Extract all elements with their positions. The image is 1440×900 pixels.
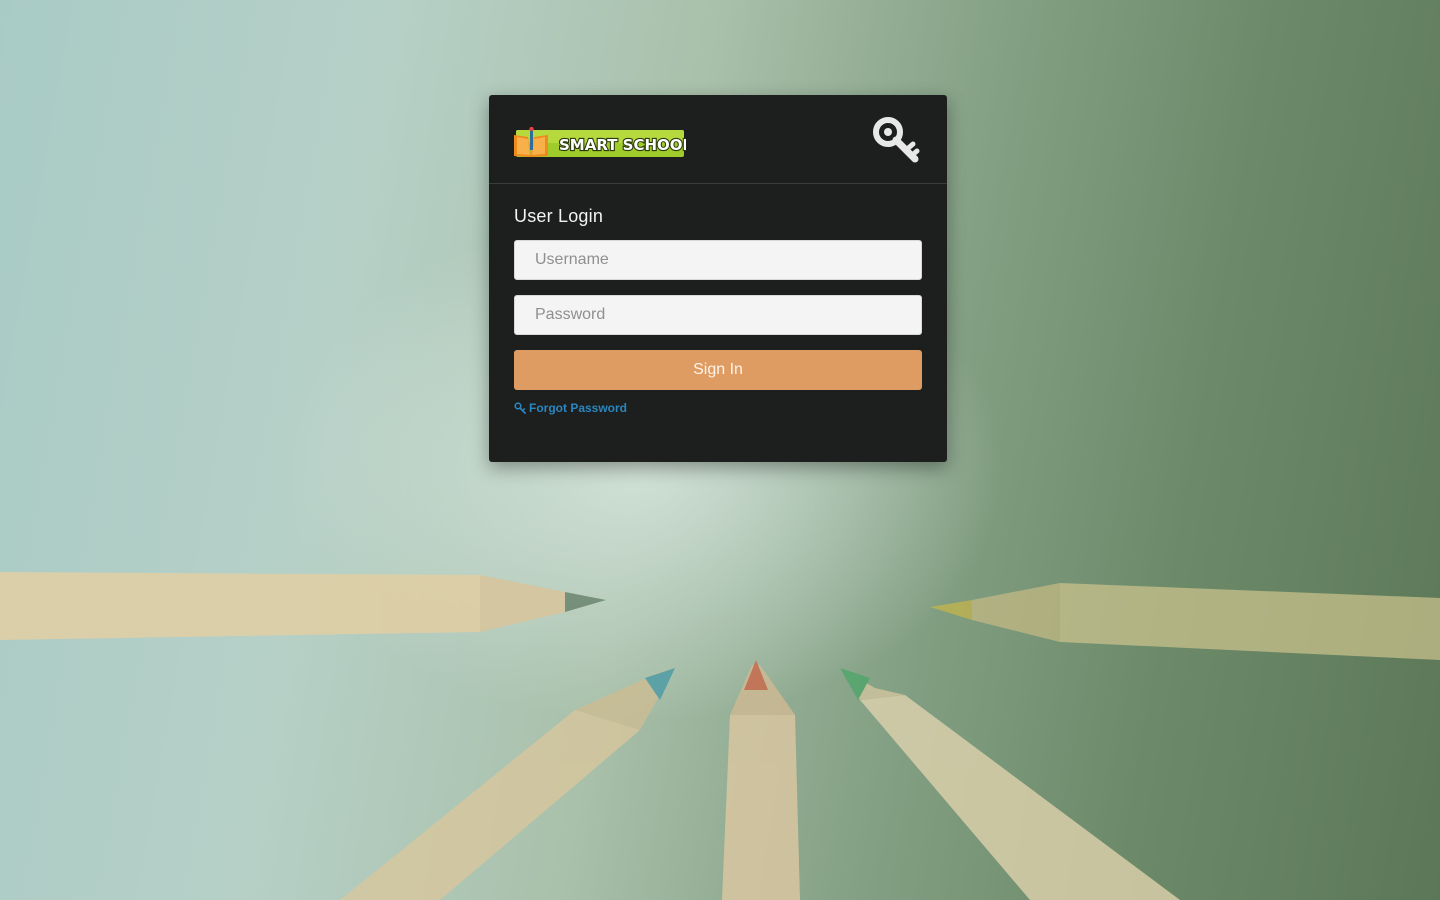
sign-in-button[interactable]: Sign In — [514, 350, 922, 390]
key-icon — [514, 402, 526, 414]
logo-text: SMART SCHOOL — [559, 136, 686, 154]
smart-school-logo: SMART SCHOOL — [514, 127, 686, 157]
key-icon — [873, 117, 920, 163]
forgot-password-link[interactable]: Forgot Password — [514, 401, 627, 415]
login-title: User Login — [514, 206, 604, 226]
username-input[interactable] — [514, 240, 922, 280]
password-input[interactable] — [514, 295, 922, 335]
login-form: User Login Sign In Forgot Password — [489, 184, 947, 419]
forgot-password-label: Forgot Password — [529, 401, 628, 415]
card-header: SMART SCHOOL — [489, 95, 947, 184]
login-card: SMART SCHOOL User Login Sign In Forgot P… — [489, 95, 947, 462]
